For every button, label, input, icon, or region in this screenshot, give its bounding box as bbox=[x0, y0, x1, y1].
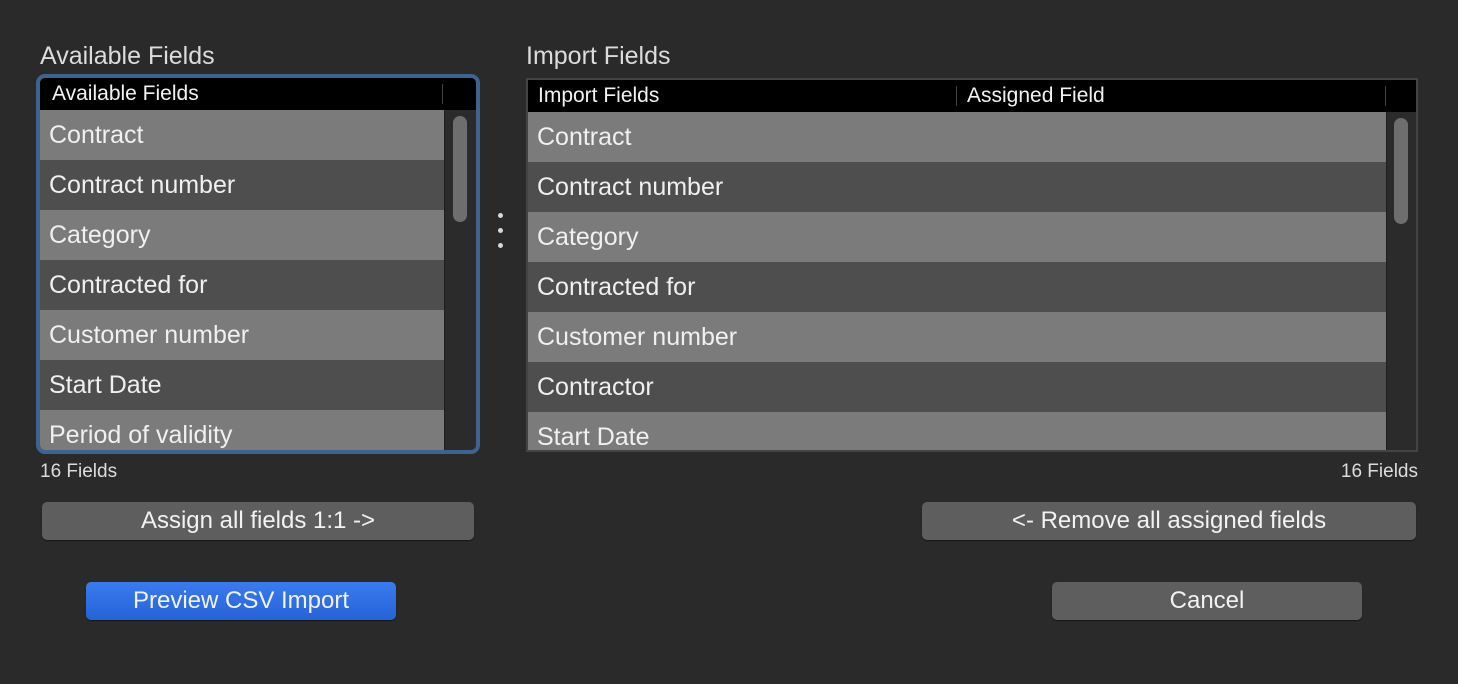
available-fields-rows: Contract Contract number Category Contra… bbox=[40, 110, 444, 450]
vertical-ellipsis-icon[interactable] bbox=[496, 213, 506, 253]
scrollbar-thumb[interactable] bbox=[453, 116, 467, 222]
assign-all-button[interactable]: Assign all fields 1:1 -> bbox=[42, 502, 474, 540]
table-row[interactable]: Contract bbox=[528, 112, 1386, 162]
import-fields-count: 16 Fields bbox=[1340, 461, 1418, 482]
table-row[interactable]: Category bbox=[528, 212, 1386, 262]
import-fields-rows: Contract Contract number Category Contra… bbox=[528, 112, 1386, 450]
scrollbar-thumb[interactable] bbox=[1394, 118, 1408, 224]
assigned-field-column-header[interactable]: Assigned Field bbox=[957, 80, 1385, 112]
list-item[interactable]: Contracted for bbox=[40, 260, 444, 310]
import-fields-table[interactable]: Import Fields Assigned Field Contract Co… bbox=[526, 78, 1418, 452]
csv-import-dialog: Available Fields Available Fields Contra… bbox=[0, 0, 1458, 684]
list-item[interactable]: Period of validity bbox=[40, 410, 444, 450]
table-row[interactable]: Customer number bbox=[528, 312, 1386, 362]
table-row[interactable]: Contract number bbox=[528, 162, 1386, 212]
column-separator bbox=[1385, 86, 1386, 106]
table-row[interactable]: Contracted for bbox=[528, 262, 1386, 312]
available-fields-scrollbar[interactable] bbox=[444, 110, 476, 450]
available-fields-title: Available Fields bbox=[40, 42, 215, 70]
remove-all-assigned-button[interactable]: <- Remove all assigned fields bbox=[922, 502, 1416, 540]
preview-csv-import-button[interactable]: Preview CSV Import bbox=[86, 582, 396, 620]
list-item[interactable]: Contract number bbox=[40, 160, 444, 210]
available-fields-count: 16 Fields bbox=[40, 461, 118, 482]
cancel-button[interactable]: Cancel bbox=[1052, 582, 1362, 620]
list-item[interactable]: Contract bbox=[40, 110, 444, 160]
table-row[interactable]: Start Date bbox=[528, 412, 1386, 450]
import-fields-column-header[interactable]: Import Fields bbox=[528, 80, 956, 112]
import-fields-header: Import Fields Assigned Field bbox=[528, 80, 1416, 112]
column-separator bbox=[442, 84, 443, 104]
available-fields-list[interactable]: Available Fields Contract Contract numbe… bbox=[36, 74, 480, 454]
list-item[interactable]: Start Date bbox=[40, 360, 444, 410]
import-fields-scrollbar[interactable] bbox=[1386, 112, 1416, 450]
list-item[interactable]: Category bbox=[40, 210, 444, 260]
available-fields-column-header[interactable]: Available Fields bbox=[42, 78, 442, 110]
table-row[interactable]: Contractor bbox=[528, 362, 1386, 412]
available-fields-header: Available Fields bbox=[40, 78, 476, 110]
import-fields-title: Import Fields bbox=[526, 42, 671, 70]
list-item[interactable]: Customer number bbox=[40, 310, 444, 360]
